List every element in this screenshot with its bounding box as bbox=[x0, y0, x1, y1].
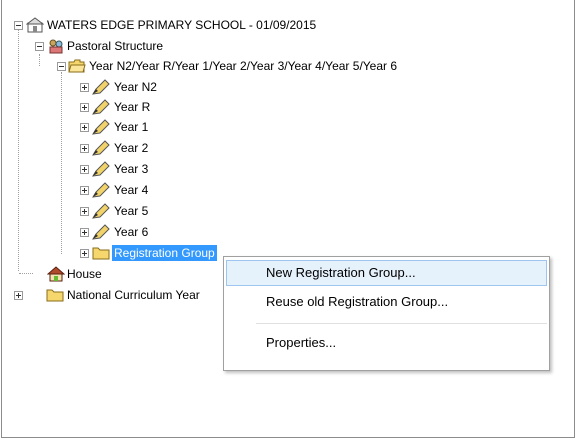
tree-node-years-folder[interactable]: Year N2/Year R/Year 1/Year 2/Year 3/Year… bbox=[55, 58, 535, 74]
pastoral-icon bbox=[49, 39, 63, 54]
folder-open-icon bbox=[68, 59, 86, 73]
tree-node-year[interactable]: Year 5 bbox=[78, 203, 198, 219]
tree-line bbox=[39, 54, 40, 66]
folder-icon bbox=[92, 247, 110, 260]
tree-line bbox=[61, 72, 62, 254]
expand-toggle[interactable] bbox=[80, 123, 89, 132]
pencil-icon bbox=[92, 140, 110, 156]
expand-toggle[interactable] bbox=[80, 186, 89, 195]
tree-line bbox=[19, 273, 33, 274]
menu-item-reuse-registration-group[interactable]: Reuse old Registration Group... bbox=[226, 289, 547, 315]
expand-toggle[interactable] bbox=[80, 83, 89, 92]
tree-node-house[interactable]: House bbox=[33, 266, 153, 282]
menu-item-label: Reuse old Registration Group... bbox=[266, 294, 449, 309]
year-label: Year 2 bbox=[114, 141, 149, 155]
year-label: Year R bbox=[114, 100, 151, 114]
expand-toggle[interactable] bbox=[80, 249, 89, 258]
menu-item-label: New Registration Group... bbox=[266, 265, 416, 280]
tree-node-pastoral[interactable]: Pastoral Structure bbox=[33, 38, 233, 54]
pastoral-label: Pastoral Structure bbox=[67, 39, 164, 53]
menu-item-label: Properties... bbox=[266, 335, 337, 350]
tree-node-year[interactable]: Year 4 bbox=[78, 182, 198, 198]
tree-node-year[interactable]: Year 1 bbox=[78, 119, 198, 135]
pencil-icon bbox=[92, 79, 110, 95]
tree-node-year[interactable]: Year R bbox=[78, 99, 198, 115]
pencil-icon bbox=[92, 182, 110, 198]
pencil-icon bbox=[92, 119, 110, 135]
expand-toggle[interactable] bbox=[14, 291, 23, 300]
expand-toggle[interactable] bbox=[80, 207, 89, 216]
registration-group-label: Registration Group bbox=[112, 245, 217, 261]
collapse-toggle[interactable] bbox=[57, 62, 66, 71]
tree-node-year[interactable]: Year 6 bbox=[78, 224, 198, 240]
year-label: Year 5 bbox=[114, 204, 149, 218]
tree-node-year[interactable]: Year 3 bbox=[78, 161, 198, 177]
folder-icon bbox=[46, 289, 64, 302]
menu-item-new-registration-group[interactable]: New Registration Group... bbox=[226, 260, 547, 286]
national-curriculum-label: National Curriculum Year bbox=[67, 288, 200, 302]
house-icon bbox=[47, 266, 65, 282]
expand-toggle[interactable] bbox=[80, 144, 89, 153]
pencil-icon bbox=[92, 203, 110, 219]
year-label: Year 3 bbox=[114, 162, 149, 176]
menu-separator bbox=[256, 323, 547, 324]
pencil-icon bbox=[92, 224, 110, 240]
school-icon bbox=[26, 17, 44, 33]
context-menu: New Registration Group... Reuse old Regi… bbox=[223, 256, 550, 371]
year-label: Year 6 bbox=[114, 225, 149, 239]
house-label: House bbox=[67, 267, 102, 281]
collapse-toggle[interactable] bbox=[35, 42, 44, 51]
tree-node-root[interactable]: WATERS EDGE PRIMARY SCHOOL - 01/09/2015 bbox=[12, 17, 412, 33]
expand-toggle[interactable] bbox=[80, 165, 89, 174]
tree-panel: WATERS EDGE PRIMARY SCHOOL - 01/09/2015 … bbox=[1, 0, 575, 438]
collapse-toggle[interactable] bbox=[14, 21, 23, 30]
expand-toggle[interactable] bbox=[80, 228, 89, 237]
tree-node-year[interactable]: Year N2 bbox=[78, 79, 198, 95]
root-label: WATERS EDGE PRIMARY SCHOOL - 01/09/2015 bbox=[47, 18, 317, 32]
tree-line bbox=[18, 29, 19, 271]
year-label: Year 1 bbox=[114, 120, 149, 134]
years-folder-label: Year N2/Year R/Year 1/Year 2/Year 3/Year… bbox=[89, 59, 398, 73]
pencil-icon bbox=[92, 161, 110, 177]
menu-item-properties[interactable]: Properties... bbox=[226, 330, 547, 356]
year-label: Year N2 bbox=[114, 80, 157, 94]
year-label: Year 4 bbox=[114, 183, 149, 197]
tree-node-year[interactable]: Year 2 bbox=[78, 140, 198, 156]
pencil-icon bbox=[92, 99, 110, 115]
expand-toggle[interactable] bbox=[80, 103, 89, 112]
